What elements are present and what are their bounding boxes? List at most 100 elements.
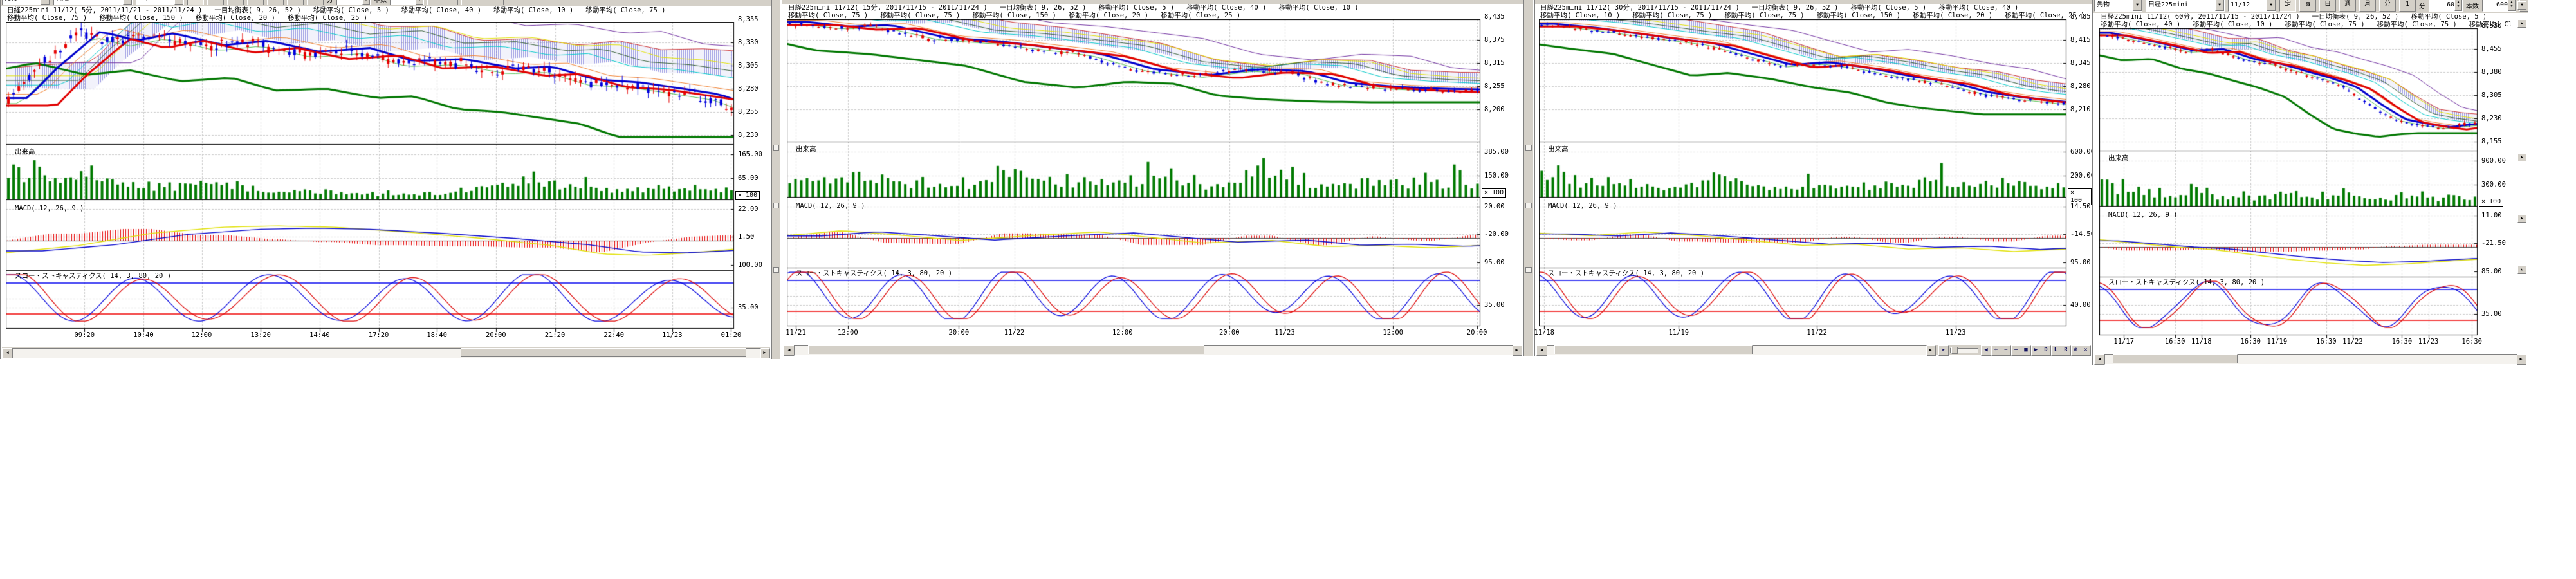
window-edge-divider[interactable] — [771, 0, 781, 359]
macd-axis-label: 22.00 — [738, 206, 759, 213]
chart-workspace: 先物▼日経225mini▼11/12▼定▨日週月分1分5▲▼本数800▲▼適用複… — [0, 0, 2576, 579]
scrollbar-thumb[interactable] — [1554, 345, 1753, 354]
chart-control-zoom-out-button[interactable]: − — [2001, 345, 2011, 356]
pane-menu-macd-button[interactable]: ◣ — [2517, 214, 2526, 223]
time-axis-label: 11/19 — [1668, 329, 1689, 336]
chart-control-mode-l-button[interactable]: L — [2051, 345, 2061, 356]
chart-plot-area[interactable] — [1539, 19, 2067, 330]
pane-menu-stoch-button[interactable]: ◣ — [2517, 266, 2526, 274]
volume-axis-label: 600.00 — [2070, 149, 2095, 156]
scroll-left-button[interactable]: ◀ — [784, 345, 795, 356]
period-button-1[interactable]: ▨ — [207, 0, 224, 5]
period-button-0[interactable]: 定 — [187, 0, 204, 5]
period-button-0[interactable]: 定 — [2279, 0, 2296, 12]
symbol-select[interactable]: 日経225mini▼ — [53, 0, 133, 5]
pane-resize-handle[interactable] — [1525, 145, 1532, 151]
stoch-section-label: スロー・ストキャスティクス( 14, 3, 80, 20 ) — [1548, 270, 1704, 277]
spinner-arrows-icon[interactable]: ▲▼ — [2508, 0, 2516, 11]
chart-plot-area[interactable] — [2099, 28, 2478, 339]
period-button-2[interactable]: 日 — [227, 0, 244, 5]
chart-control-stop-button[interactable]: ■ — [2021, 345, 2031, 356]
period-button-2[interactable]: 日 — [2319, 0, 2336, 12]
legend-item: 移動平均( Close, 150 ) — [99, 14, 183, 22]
period-button-1[interactable]: ▨ — [2299, 0, 2316, 12]
time-axis-label: 20:00 — [486, 331, 506, 339]
zoom-slider-thumb[interactable] — [1951, 347, 1958, 354]
minute-spinner[interactable]: 60▲▼ — [2429, 0, 2463, 12]
zoom-slider-button[interactable]: ▸ — [1938, 345, 1949, 356]
pane-resize-handle[interactable] — [773, 145, 779, 151]
chevron-down-icon[interactable]: ▼ — [2215, 0, 2224, 11]
chart-control-step-forward-button[interactable]: ▶ — [2031, 345, 2041, 356]
bars-spinner[interactable]: 800▲▼ — [390, 0, 424, 5]
spinner-arrows-icon[interactable]: ▲▼ — [416, 0, 423, 5]
legend-item: 移動平均( Close, 20 ) — [1913, 12, 1992, 19]
chart-plot-area[interactable] — [787, 19, 1481, 330]
chart-legend-row-1: 移動平均( Close, 75 )移動平均( Close, 75 )移動平均( … — [788, 12, 1514, 19]
symbol-select[interactable]: 日経225mini▼ — [2146, 0, 2225, 12]
h-scrollbar[interactable]: ◀▶ — [784, 345, 1522, 355]
bars-spinner[interactable]: 600▲▼ — [2482, 0, 2516, 12]
period-button-6[interactable]: 1 — [2399, 0, 2416, 12]
chart-window-15min-window: 日経225mini 11/12( 15分, 2011/11/15 - 2011/… — [782, 0, 1534, 356]
market-select[interactable]: 先物▼ — [2, 0, 50, 5]
chart-control-crosshair-button[interactable]: ✛ — [2011, 345, 2021, 356]
scrollbar-thumb[interactable] — [808, 345, 1204, 354]
scroll-left-button[interactable]: ◀ — [2, 348, 13, 358]
scrollbar-thumb[interactable] — [461, 348, 746, 357]
chart-control-zoom-in-button[interactable]: + — [1991, 345, 2001, 356]
chart-control-mode-r-button[interactable]: R — [2061, 345, 2071, 356]
pane-resize-handle[interactable] — [773, 267, 779, 273]
contract-select[interactable]: 11/12▼ — [136, 0, 184, 5]
h-scrollbar[interactable]: ◀▶ — [2, 347, 770, 358]
chart-plot-area[interactable] — [6, 22, 735, 333]
chart-control-close-button[interactable]: ✕ — [2081, 345, 2091, 356]
pane-resize-handle[interactable] — [1525, 203, 1532, 208]
pane-resize-handle[interactable] — [1525, 267, 1532, 273]
window-menu-button[interactable]: ▼ — [2517, 1, 2526, 10]
time-axis-label: 11/18 — [1534, 329, 1554, 336]
period-button-6[interactable]: 1 — [307, 0, 324, 5]
scroll-left-button[interactable]: ◀ — [1536, 345, 1547, 356]
window-edge-divider[interactable] — [1523, 0, 1534, 356]
spinner-arrows-icon[interactable]: ▲▼ — [2454, 0, 2462, 11]
period-button-5[interactable]: 分 — [2379, 0, 2396, 12]
multi-symbol-button[interactable]: 複数銘柄 — [461, 0, 504, 5]
chart-control-step-back-button[interactable]: ◀ — [1981, 345, 1991, 356]
chevron-down-icon[interactable]: ▼ — [174, 0, 183, 5]
scrollbar-thumb[interactable] — [2113, 354, 2238, 363]
period-button-3[interactable]: 週 — [2339, 0, 2356, 12]
pane-menu-main-button[interactable]: ◣ — [2517, 19, 2526, 28]
chevron-down-icon[interactable]: ▼ — [123, 0, 132, 5]
price-axis-label: 8,415 — [2070, 37, 2091, 44]
spinner-arrows-icon[interactable]: ▲▼ — [362, 0, 370, 5]
time-axis-label: 09:20 — [74, 331, 95, 339]
market-select[interactable]: 先物▼ — [2094, 0, 2142, 12]
chevron-down-icon[interactable]: ▼ — [41, 0, 50, 5]
apply-button[interactable]: 適用 — [427, 0, 458, 5]
chart-control-mode-d-button[interactable]: D — [2041, 345, 2051, 356]
period-button-4[interactable]: 月 — [2359, 0, 2376, 12]
volume-axis-label: 900.00 — [2481, 158, 2506, 165]
pane-menu-volume-button[interactable]: ◣ — [2517, 153, 2526, 161]
chart-control-magnify-button[interactable]: ⊕ — [2071, 345, 2081, 356]
stoch-axis-label: 35.00 — [738, 304, 759, 311]
h-scrollbar[interactable]: ◀▶▸◀+−✛■▶DLR⊕✕ — [1536, 345, 2090, 355]
time-axis-label: 14:40 — [309, 331, 330, 339]
chevron-down-icon[interactable]: ▼ — [2133, 0, 2142, 11]
chart-legend-row-0: 日経225mini 11/12( 15分, 2011/11/15 - 2011/… — [788, 4, 1514, 12]
period-button-5[interactable]: 分 — [287, 0, 304, 5]
contract-select[interactable]: 11/12▼ — [2228, 0, 2276, 12]
time-axis-label: 11/23 — [662, 331, 683, 339]
chevron-down-icon[interactable]: ▼ — [2267, 0, 2276, 11]
minute-spinner[interactable]: 5▲▼ — [336, 0, 371, 5]
scroll-left-button[interactable]: ◀ — [2094, 354, 2105, 365]
price-axis-label: 8,345 — [2070, 60, 2091, 67]
period-button-3[interactable]: 週 — [247, 0, 264, 5]
macd-axis-label: 1.50 — [738, 234, 754, 241]
time-axis-label: 16:30 — [2316, 338, 2337, 345]
macd-axis-label: 14.50 — [2070, 203, 2091, 210]
h-scrollbar[interactable]: ◀▶ — [2094, 354, 2526, 364]
pane-resize-handle[interactable] — [773, 203, 779, 208]
period-button-4[interactable]: 月 — [267, 0, 284, 5]
